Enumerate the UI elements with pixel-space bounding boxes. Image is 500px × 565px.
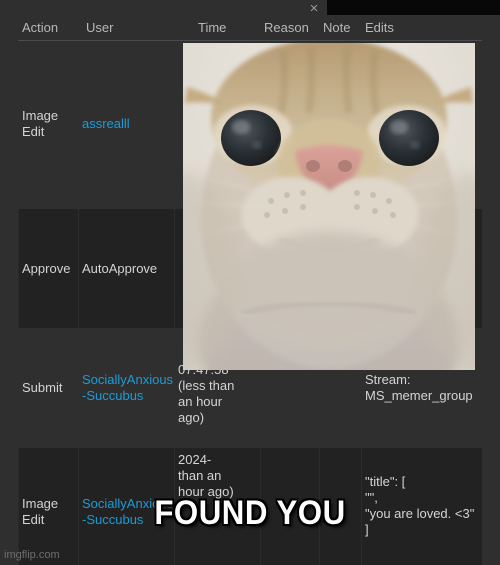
column-header-reason[interactable]: Reason — [264, 18, 309, 38]
meme-screenshot: × Action User Time Reason Note Edits Ima… — [0, 0, 500, 565]
cell-divider — [361, 448, 362, 565]
table-row[interactable]: Image Edit SociallyAnxious-Succubus 2024… — [18, 448, 482, 565]
cell-action: Image Edit — [22, 496, 59, 527]
cell-edits: "title": [ "", "you are loved. <3" ] — [365, 474, 475, 537]
table-header: Action User Time Reason Note Edits — [0, 18, 500, 40]
cell-user[interactable]: assrealll — [82, 116, 174, 132]
cell-user[interactable]: SociallyAnxious-Succubus — [82, 496, 174, 528]
cell-user[interactable]: SociallyAnxious-Succubus — [82, 372, 174, 404]
cell-time: 2024- than an hour ago) — [178, 452, 234, 499]
cell-action: Image Edit — [22, 108, 59, 139]
cell-action: Submit — [22, 380, 63, 395]
column-header-edits[interactable]: Edits — [365, 18, 394, 38]
cell-divider — [174, 448, 175, 565]
top-black-bar — [327, 0, 500, 15]
cell-user: AutoApprove — [82, 261, 158, 276]
cell-divider — [18, 448, 19, 565]
column-header-user[interactable]: User — [86, 18, 113, 38]
cat-image — [183, 43, 475, 370]
cell-divider — [18, 209, 19, 328]
cell-action: Approve — [22, 261, 71, 276]
header-divider — [18, 40, 482, 41]
cell-edits: Stream: MS_memer_group — [365, 372, 473, 403]
close-icon[interactable]: × — [305, 1, 323, 17]
column-header-note[interactable]: Note — [323, 18, 350, 38]
cell-time: 07:47:58 (less than an hour ago) — [178, 362, 235, 425]
cell-divider — [319, 448, 320, 565]
column-header-time[interactable]: Time — [198, 18, 226, 38]
column-header-action[interactable]: Action — [22, 18, 58, 38]
cat-photo-graphic — [183, 43, 475, 370]
cell-divider — [260, 448, 261, 565]
imgflip-watermark: imgflip.com — [4, 549, 60, 561]
